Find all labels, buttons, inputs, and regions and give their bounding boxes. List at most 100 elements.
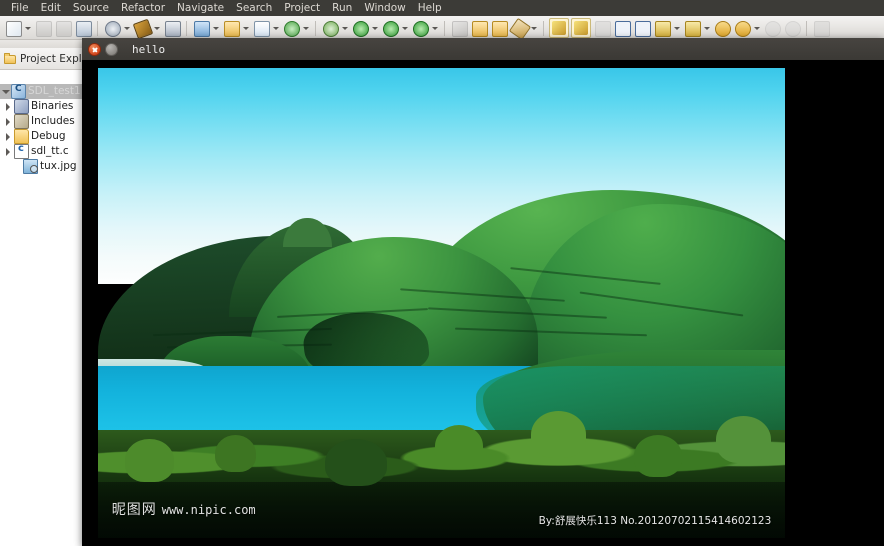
hello-window-title: hello: [132, 42, 166, 56]
build-all-icon[interactable]: [103, 19, 121, 37]
watermark-site-url: www.nipic.com: [161, 503, 256, 518]
clean-icon[interactable]: [163, 19, 181, 37]
chevron-down-icon[interactable]: [672, 19, 681, 37]
run-icon[interactable]: [351, 19, 369, 37]
menu-edit[interactable]: Edit: [35, 0, 67, 16]
redo-icon: [783, 19, 801, 37]
chevron-right-icon[interactable]: [3, 129, 14, 144]
bug-icon[interactable]: [321, 19, 339, 37]
main-toolbar: [0, 16, 884, 40]
menu-help[interactable]: Help: [412, 0, 448, 16]
c-class-icon[interactable]: [252, 19, 270, 37]
tree-item-label: Includes: [31, 115, 75, 127]
chevron-down-icon[interactable]: [301, 19, 310, 37]
photo-bush: [324, 439, 387, 487]
pilcrow-icon[interactable]: [633, 19, 651, 37]
tab-project-explorer[interactable]: Project Explo: [0, 48, 91, 70]
photo-bush: [125, 439, 174, 482]
photo-bush: [633, 434, 682, 477]
photo-watermark-left: 昵图网 www.nipic.com: [112, 499, 256, 519]
tree-item-sdl-tt-c[interactable]: sdl_tt.c: [0, 143, 91, 159]
chevron-down-icon[interactable]: [122, 19, 131, 37]
watermark-site-name-cn: 昵图网: [111, 502, 157, 519]
folder-icon: [14, 129, 29, 144]
project-explorer-view: Project Explo SDL_test1 Binaries Include…: [0, 48, 92, 546]
save-all-icon: [54, 19, 72, 37]
hammer-icon[interactable]: [132, 18, 154, 39]
marker-icon-2[interactable]: [571, 17, 591, 38]
tree-item-tux-jpg[interactable]: tux.jpg: [0, 159, 91, 174]
back-arrow-icon[interactable]: [713, 19, 731, 37]
toolbar-separator: [540, 19, 547, 37]
chevron-right-icon[interactable]: [3, 99, 14, 114]
menu-run[interactable]: Run: [326, 0, 358, 16]
tree-item-label: tux.jpg: [40, 160, 77, 172]
c-source-icon: [14, 143, 29, 159]
chevron-down-icon[interactable]: [702, 19, 711, 37]
minimize-icon[interactable]: [105, 42, 118, 56]
new-file-icon[interactable]: [4, 19, 22, 37]
tree-item-label: Binaries: [31, 100, 74, 112]
chevron-down-icon[interactable]: [211, 19, 220, 37]
menu-bar: File Edit Source Refactor Navigate Searc…: [0, 0, 884, 16]
tree-item-label: Debug: [31, 130, 66, 142]
toolbar-separator: [441, 19, 448, 37]
photo-bush: [214, 434, 256, 473]
c-project-icon[interactable]: [192, 19, 210, 37]
marker-icon[interactable]: [549, 17, 569, 38]
chevron-down-icon[interactable]: [23, 19, 32, 37]
chevron-down-icon[interactable]: [752, 19, 761, 37]
menu-project[interactable]: Project: [278, 0, 326, 16]
save-icon: [34, 19, 52, 37]
photo-bush: [434, 425, 483, 468]
menu-search[interactable]: Search: [230, 0, 278, 16]
next-annotation-icon[interactable]: [653, 19, 671, 37]
pencil-search-icon[interactable]: [508, 17, 532, 40]
forward-arrow-icon[interactable]: [733, 19, 751, 37]
hello-window[interactable]: hello 昵图网 www.nipic.com By:舒展快乐113 No.20…: [82, 38, 884, 546]
tree-item-sdl-test1[interactable]: SDL_test1: [0, 84, 91, 99]
menu-navigate[interactable]: Navigate: [171, 0, 230, 16]
project-explorer-icon: [4, 53, 17, 64]
open-type-icon[interactable]: [470, 19, 488, 37]
chevron-down-icon[interactable]: [152, 19, 161, 37]
block-selection-icon[interactable]: [613, 19, 631, 37]
image-file-icon: [23, 159, 38, 174]
chevron-right-icon[interactable]: [3, 114, 14, 129]
chevron-down-icon[interactable]: [370, 19, 379, 37]
chevron-down-icon[interactable]: [271, 19, 280, 37]
photo-bush: [530, 411, 586, 459]
chevron-down-icon[interactable]: [430, 19, 439, 37]
open-element-icon[interactable]: [282, 19, 300, 37]
chevron-right-icon[interactable]: [3, 144, 14, 159]
tree-item-binaries[interactable]: Binaries: [0, 99, 91, 114]
chevron-down-icon[interactable]: [0, 84, 11, 99]
previous-annotation-icon[interactable]: [683, 19, 701, 37]
project-tree: SDL_test1 Binaries Includes Debug: [0, 70, 91, 174]
external-tools-icon[interactable]: [381, 19, 399, 37]
chevron-down-icon[interactable]: [340, 19, 349, 37]
print-icon[interactable]: [74, 19, 92, 37]
chevron-down-icon[interactable]: [529, 19, 538, 37]
menu-file[interactable]: File: [5, 0, 35, 16]
tree-item-label: SDL_test1: [28, 85, 81, 97]
tree-item-debug[interactable]: Debug: [0, 129, 91, 144]
includes-icon: [14, 114, 29, 129]
profile-icon[interactable]: [411, 19, 429, 37]
annotation-icon: [593, 19, 611, 37]
menu-refactor[interactable]: Refactor: [115, 0, 171, 16]
skip-breakpoints-icon[interactable]: [450, 19, 468, 37]
pin-icon: [812, 19, 830, 37]
menu-window[interactable]: Window: [358, 0, 411, 16]
menu-source[interactable]: Source: [67, 0, 115, 16]
chevron-down-icon[interactable]: [400, 19, 409, 37]
open-resource-icon[interactable]: [490, 19, 508, 37]
close-icon[interactable]: [88, 42, 101, 56]
binaries-icon: [14, 99, 29, 114]
landscape-photo: 昵图网 www.nipic.com By:舒展快乐113 No.201207021…: [98, 68, 785, 538]
cpp-project-icon[interactable]: [222, 19, 240, 37]
hello-window-titlebar[interactable]: hello: [82, 38, 884, 60]
chevron-down-icon[interactable]: [241, 19, 250, 37]
tree-item-includes[interactable]: Includes: [0, 114, 91, 129]
undo-icon: [763, 19, 781, 37]
